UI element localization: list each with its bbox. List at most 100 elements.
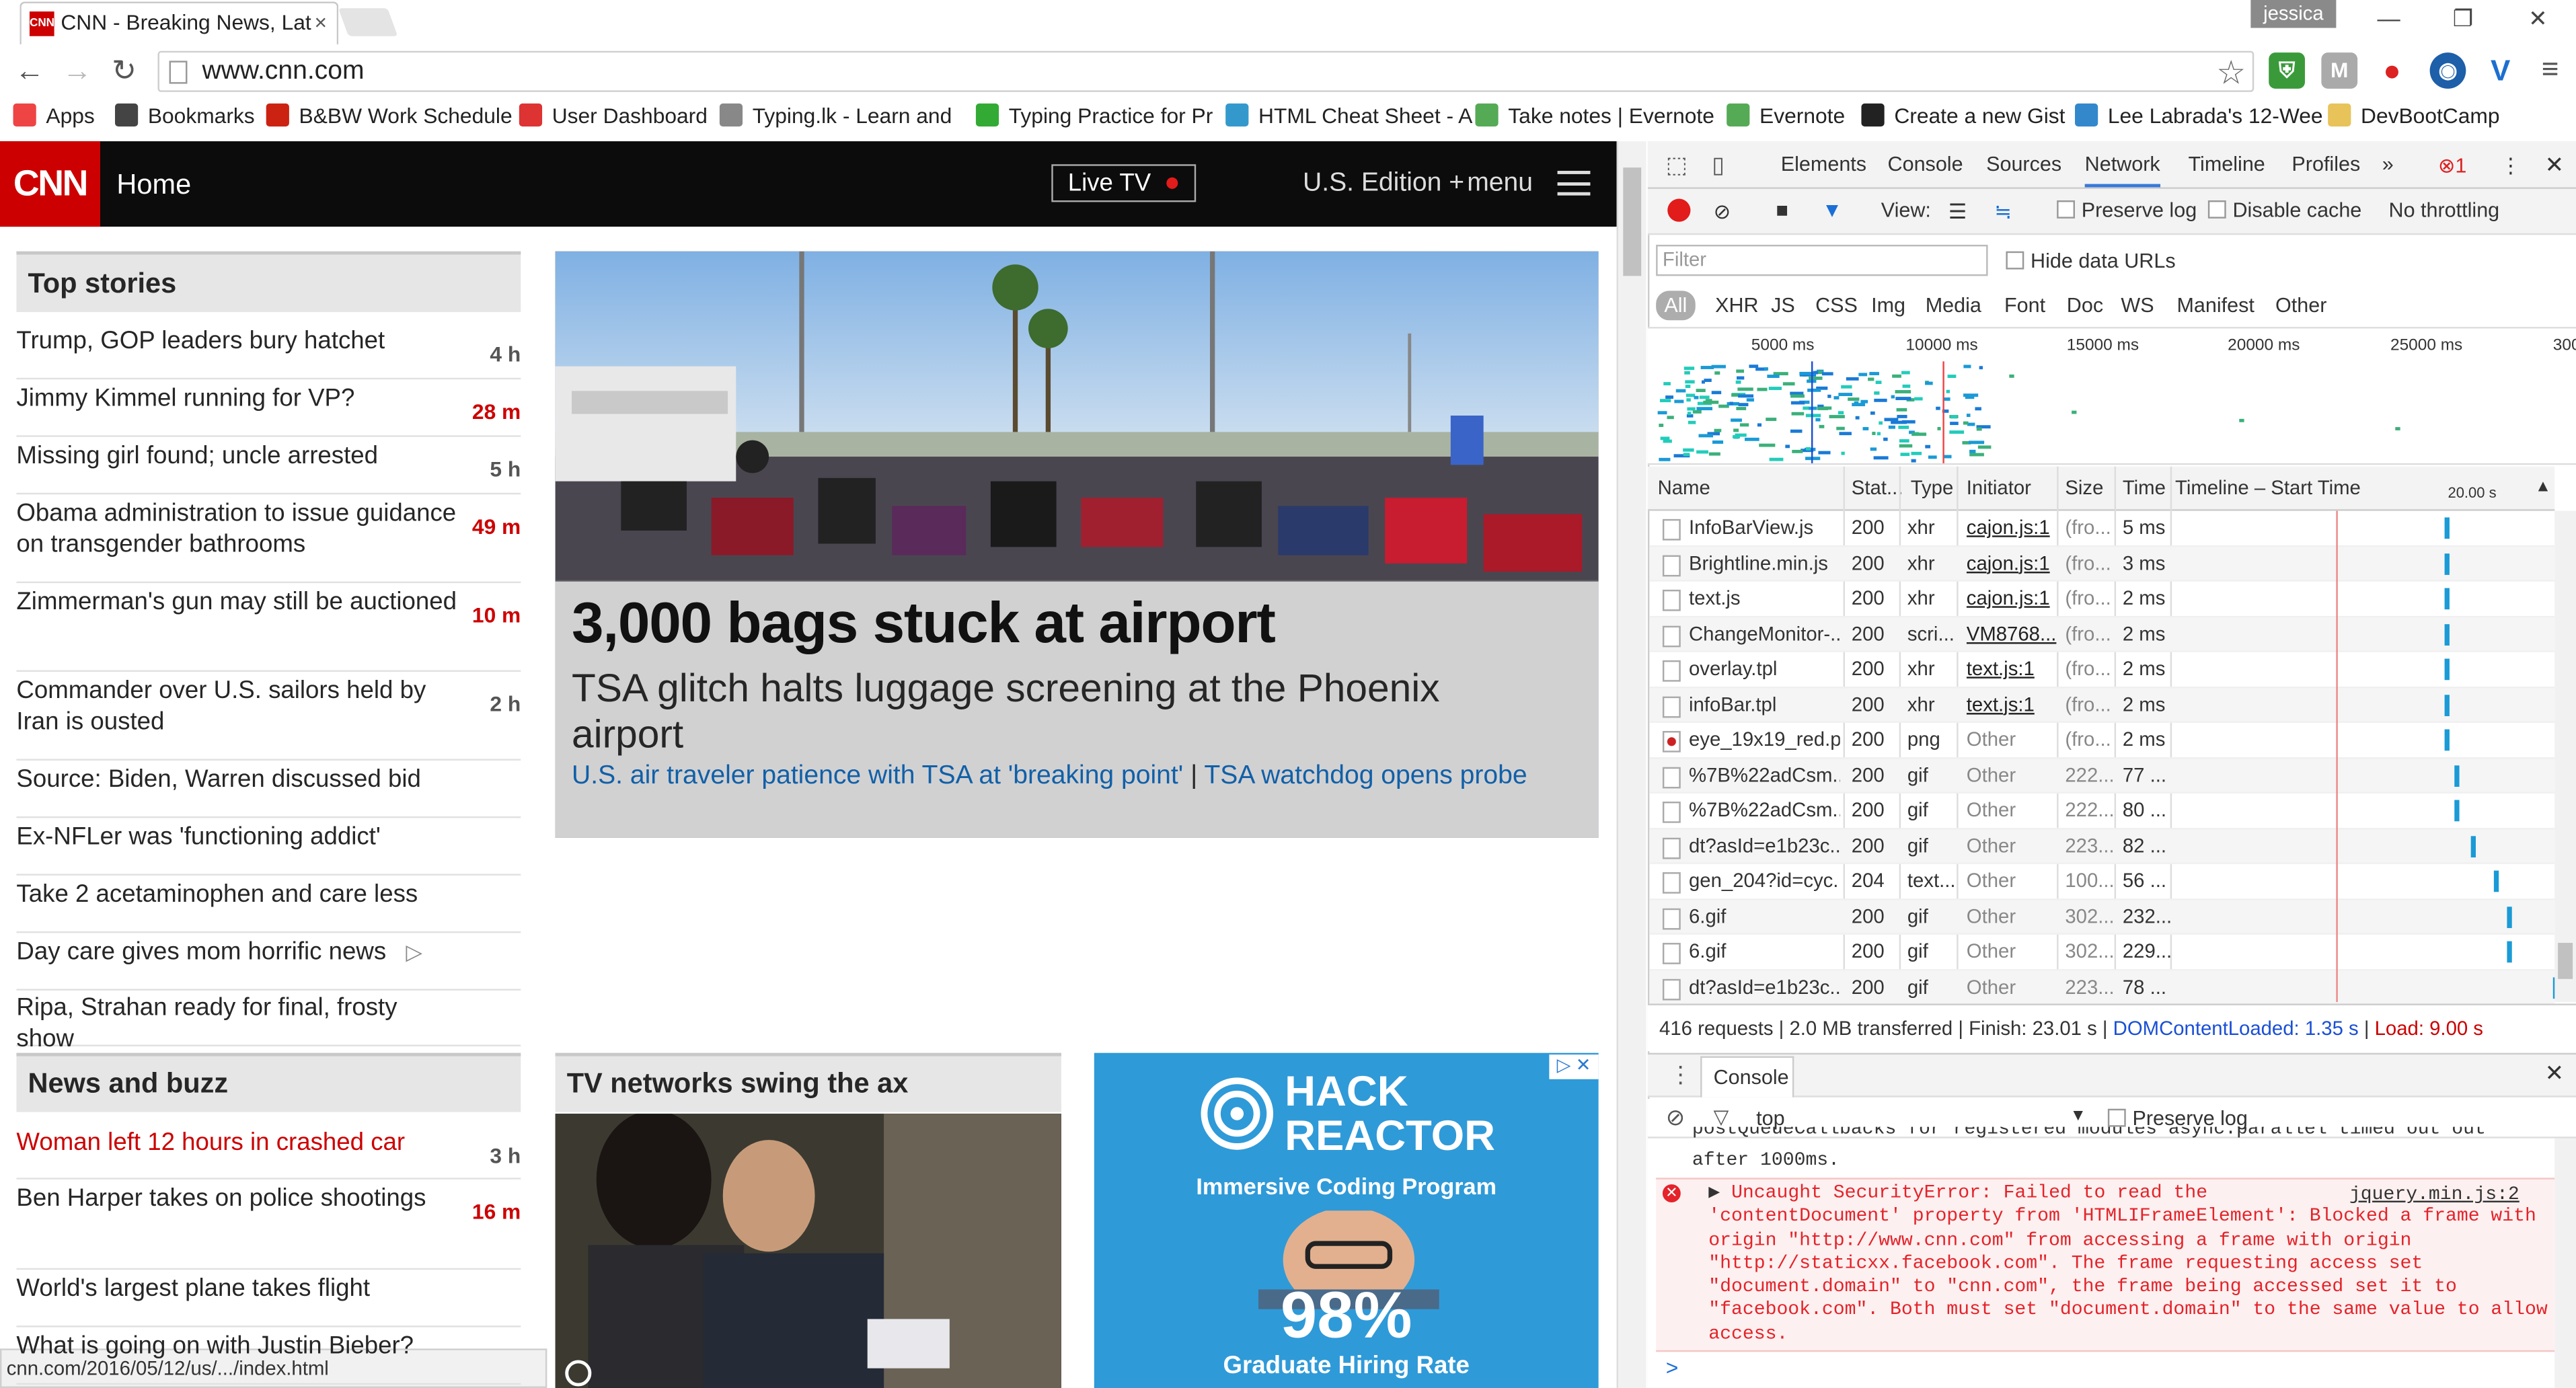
network-request-row[interactable]: %7B%22adCsm... 200 gif Other 222... 77 ... bbox=[1649, 758, 2555, 794]
capture-screenshots-icon[interactable]: ■ bbox=[1776, 199, 1788, 222]
hero-link-patience[interactable]: U.S. air traveler patience with TSA at '… bbox=[572, 762, 1183, 790]
top-story-item[interactable]: Trump, GOP leaders bury hatchet 4 h bbox=[16, 322, 521, 380]
chrome-menu-icon[interactable]: ≡ bbox=[2542, 52, 2559, 87]
network-request-row[interactable]: Brightline.min.js 200 xhr cajon.js:1 (fro...… bbox=[1649, 546, 2555, 582]
bookmark-item[interactable]: B&BW Work Schedule bbox=[266, 103, 513, 128]
devtools-menu-icon[interactable]: ⋮ bbox=[2501, 153, 2522, 178]
request-initiator[interactable]: cajon.js:1 bbox=[1967, 546, 2057, 580]
top-story-item[interactable]: Missing girl found; uncle arrested 5 h bbox=[16, 437, 521, 495]
filter-type-media[interactable]: Media bbox=[1918, 291, 1990, 320]
story-title[interactable]: Source: Biden, Warren discussed bid bbox=[16, 764, 460, 795]
live-tv-button[interactable]: Live TV bbox=[1051, 164, 1197, 202]
menu-link[interactable]: menu bbox=[1467, 169, 1533, 199]
request-initiator[interactable]: text.js:1 bbox=[1967, 652, 2057, 687]
devtools-tab-console[interactable]: Console bbox=[1888, 153, 1963, 176]
network-request-row[interactable]: InfoBarView.js 200 xhr cajon.js:1 (fro... 5 m… bbox=[1649, 511, 2555, 547]
console-scrollbar[interactable] bbox=[2554, 1138, 2576, 1388]
top-story-item[interactable]: Commander over U.S. sailors held by Iran… bbox=[16, 672, 521, 761]
bookmark-item[interactable]: Create a new Gist bbox=[1861, 103, 2065, 128]
extension-globe-icon[interactable]: ◉ bbox=[2429, 52, 2466, 89]
extension-shield-icon[interactable]: ⛨ bbox=[2269, 52, 2305, 89]
sort-up-icon[interactable]: ▲ bbox=[2535, 478, 2551, 496]
network-request-row[interactable]: ChangeMonitor-... 200 scri... VM8768... (fro… bbox=[1649, 617, 2555, 652]
story-title[interactable]: World's largest plane takes flight bbox=[16, 1273, 460, 1304]
network-request-row[interactable]: %7B%22adCsm... 200 gif Other 222... 80 ... bbox=[1649, 794, 2555, 829]
tv-section-heading[interactable]: TV networks swing the ax bbox=[555, 1052, 1061, 1112]
col-name[interactable]: Name bbox=[1658, 476, 1710, 499]
close-devtools-icon[interactable]: ✕ bbox=[2545, 151, 2565, 180]
browser-tab-cnn[interactable]: CNN CNN - Breaking News, Lat × bbox=[20, 1, 339, 44]
col-timeline[interactable]: Timeline – Start Time bbox=[2175, 476, 2361, 499]
new-tab-button[interactable] bbox=[338, 8, 398, 36]
filter-input[interactable]: Filter bbox=[1656, 244, 1988, 276]
devtools-tab-elements[interactable]: Elements bbox=[1781, 153, 1866, 176]
filter-type-css[interactable]: CSS bbox=[1807, 291, 1866, 320]
extension-tomato-icon[interactable]: ● bbox=[2374, 52, 2411, 89]
top-story-item[interactable]: Ripa, Strahan ready for final, frosty sh… bbox=[16, 989, 521, 1053]
close-window-icon[interactable]: ✕ bbox=[2528, 5, 2548, 33]
bookmark-item[interactable]: DevBootCamp bbox=[2328, 103, 2500, 128]
network-request-row[interactable]: 6.gif 200 gif Other 302... 229... bbox=[1649, 935, 2555, 970]
bookmark-item[interactable]: User Dashboard bbox=[519, 103, 708, 128]
network-request-row[interactable]: overlay.tpl 200 xhr text.js:1 (fro... 2 ms bbox=[1649, 652, 2555, 688]
story-title[interactable]: Trump, GOP leaders bury hatchet bbox=[16, 325, 460, 356]
bookmark-item[interactable]: Apps bbox=[13, 103, 95, 128]
clear-icon[interactable]: ⊘ bbox=[1714, 199, 1731, 223]
hack-reactor-ad[interactable]: HACK REACTOR Immersive Coding Program 98… bbox=[1094, 1052, 1599, 1388]
request-initiator[interactable]: VM8768... bbox=[1967, 617, 2057, 651]
story-title[interactable]: Jimmy Kimmel running for VP? bbox=[16, 383, 460, 414]
story-title[interactable]: Commander over U.S. sailors held by Iran… bbox=[16, 675, 460, 738]
request-initiator[interactable]: cajon.js:1 bbox=[1967, 582, 2057, 616]
back-icon[interactable]: ← bbox=[15, 54, 44, 89]
bookmark-item[interactable]: Typing.lk - Learn and bbox=[719, 103, 952, 128]
request-initiator[interactable]: text.js:1 bbox=[1967, 687, 2057, 722]
story-title[interactable]: Woman left 12 hours in crashed car bbox=[16, 1127, 460, 1158]
network-request-row[interactable]: dt?asId=e1b23c... 200 gif Other 223... 82 ... bbox=[1649, 828, 2555, 864]
minimize-icon[interactable]: — bbox=[2377, 5, 2400, 31]
nav-home-link[interactable]: Home bbox=[116, 169, 191, 202]
clear-console-icon[interactable]: ⊘ bbox=[1666, 1104, 1685, 1132]
disable-cache-checkbox[interactable]: Disable cache bbox=[2207, 199, 2361, 222]
video-play-icon[interactable]: ▷ bbox=[406, 936, 422, 967]
story-title[interactable]: Ben Harper takes on police shootings bbox=[16, 1183, 460, 1214]
address-bar[interactable]: www.cnn.com ☆ bbox=[157, 50, 2255, 93]
devtools-tab-network[interactable]: Network bbox=[2084, 153, 2160, 188]
console-prompt[interactable]: > bbox=[1666, 1355, 1679, 1380]
story-title[interactable]: Ex-NFLer was 'functioning addict' bbox=[16, 821, 460, 852]
story-title[interactable]: Ripa, Strahan ready for final, frosty sh… bbox=[16, 992, 460, 1054]
devtools-tab-timeline[interactable]: Timeline bbox=[2189, 153, 2265, 176]
story-title[interactable]: Zimmerman's gun may still be auctioned bbox=[16, 586, 460, 617]
ad-choices-close-icon[interactable]: ▷ ✕ bbox=[1549, 1054, 1599, 1079]
col-size[interactable]: Size bbox=[2065, 476, 2103, 499]
filter-type-img[interactable]: Img bbox=[1863, 291, 1914, 320]
drawer-menu-icon[interactable]: ⋮ bbox=[1669, 1061, 1692, 1089]
top-story-item[interactable]: Jimmy Kimmel running for VP? 28 m bbox=[16, 379, 521, 437]
page-scrollbar[interactable] bbox=[1616, 141, 1646, 1388]
extension-v-icon[interactable]: V bbox=[2482, 52, 2519, 89]
bookmark-item[interactable]: Typing Practice for Pr bbox=[975, 103, 1213, 128]
network-request-row[interactable]: eye_19x19_red.p... 200 png Other (fro... 2 ms bbox=[1649, 723, 2555, 759]
news-buzz-item[interactable]: What is going on with Justin Bieber? bbox=[16, 1327, 521, 1385]
top-story-item[interactable]: Source: Biden, Warren discussed bid bbox=[16, 761, 521, 818]
profile-button[interactable]: jessica bbox=[2250, 0, 2337, 28]
hero-subhead[interactable]: TSA glitch halts luggage screening at th… bbox=[572, 667, 1558, 759]
devtools-tab-profiles[interactable]: Profiles bbox=[2291, 153, 2360, 176]
edition-selector[interactable]: U.S. Edition + bbox=[1303, 169, 1464, 199]
story-title[interactable]: Obama administration to issue guidance o… bbox=[16, 498, 460, 560]
filter-type-font[interactable]: Font bbox=[1996, 291, 2054, 320]
top-story-item[interactable]: Zimmerman's gun may still be auctioned 10… bbox=[16, 583, 521, 672]
filter-icon[interactable]: ▼ bbox=[1822, 199, 1842, 222]
tv-section-image[interactable] bbox=[555, 1114, 1061, 1388]
hero-link-watchdog[interactable]: TSA watchdog opens probe bbox=[1204, 762, 1527, 790]
bookmark-item[interactable]: HTML Cheat Sheet - A bbox=[1225, 103, 1472, 128]
top-story-item[interactable]: Take 2 acetaminophen and care less bbox=[16, 876, 521, 933]
network-request-row[interactable]: text.js 200 xhr cajon.js:1 (fro... 2 ms bbox=[1649, 582, 2555, 617]
reload-icon[interactable]: ↻ bbox=[112, 54, 137, 89]
error-counter[interactable]: ⊗1 bbox=[2438, 153, 2467, 178]
close-drawer-icon[interactable]: ✕ bbox=[2545, 1059, 2565, 1087]
col-status[interactable]: Stat... bbox=[1852, 476, 1903, 499]
devtools-tab-sources[interactable]: Sources bbox=[1986, 153, 2061, 176]
preserve-log-checkbox[interactable]: Preserve log bbox=[2057, 199, 2197, 222]
bookmark-star-icon[interactable]: ☆ bbox=[2216, 52, 2246, 93]
console-filter-icon[interactable]: ▽ bbox=[1714, 1106, 1729, 1128]
